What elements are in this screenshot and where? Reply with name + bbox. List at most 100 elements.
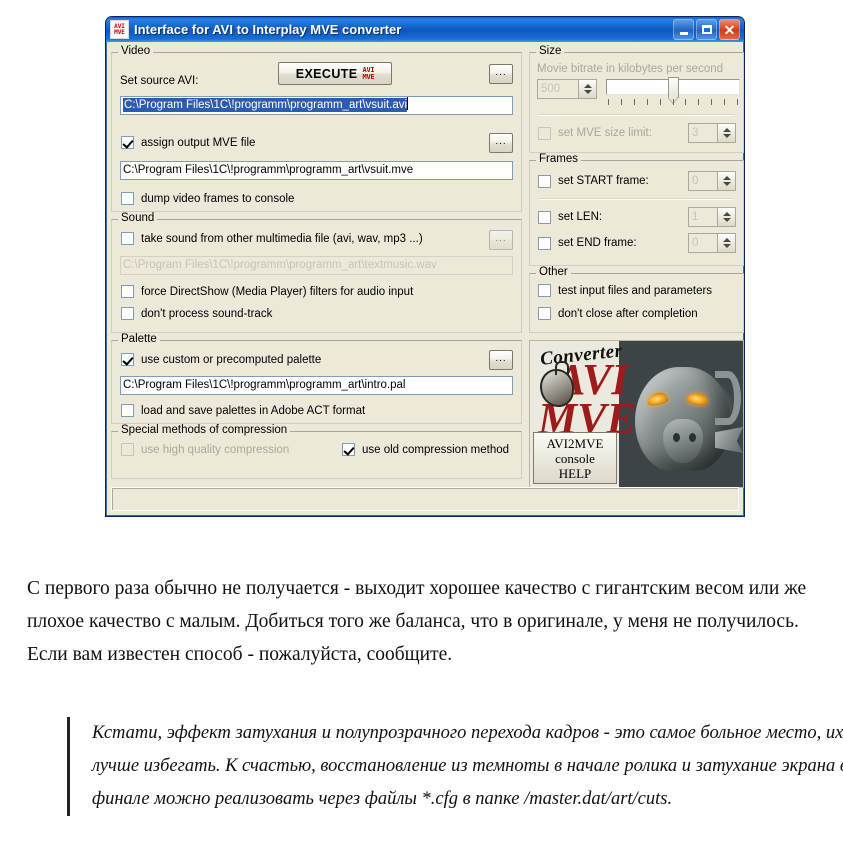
use-custom-palette-row[interactable]: use custom or precomputed palette (121, 353, 321, 366)
text-caret (407, 97, 409, 110)
bitrate-slider[interactable] (606, 77, 741, 107)
stepper-up-icon[interactable] (722, 212, 731, 216)
dump-frames-checkbox[interactable] (121, 192, 134, 205)
old-method-row[interactable]: use old compression method (342, 443, 509, 456)
stepper-down-icon[interactable] (583, 90, 592, 94)
window-controls: ✕ (673, 19, 740, 40)
gargoyle-nostril-left (673, 433, 680, 442)
test-input-row[interactable]: test input files and parameters (538, 284, 736, 297)
take-sound-checkbox[interactable] (121, 232, 134, 245)
take-sound-row[interactable]: take sound from other multimedia file (a… (121, 232, 423, 245)
bitrate-value: 500 (538, 80, 579, 98)
execute-button[interactable]: EXECUTE AVI MVE (278, 62, 392, 85)
act-format-checkbox[interactable] (121, 404, 134, 417)
no-soundtrack-checkbox[interactable] (121, 307, 134, 320)
act-format-label: load and save palettes in Adobe ACT form… (141, 404, 366, 417)
mve-limit-checkbox[interactable] (538, 126, 551, 140)
stepper-up-icon[interactable] (722, 128, 731, 132)
high-quality-row[interactable]: use high quality compression (121, 443, 289, 456)
dump-frames-label: dump video frames to console (141, 192, 295, 205)
group-other-title: Other (536, 266, 571, 278)
source-avi-value: C:\Program Files\1C\!programm\programm_a… (123, 98, 408, 112)
group-palette-title: Palette (118, 333, 160, 345)
mve-limit-label: set MVE size limit: (558, 127, 652, 139)
group-video: Video Set source AVI: EXECUTE AVI MVE ..… (111, 45, 522, 212)
assign-output-row[interactable]: assign output MVE file (121, 136, 255, 149)
group-sound: Sound take sound from other multimedia f… (111, 212, 522, 333)
stepper-down-icon[interactable] (722, 218, 731, 222)
len-row[interactable]: set LEN: (538, 210, 688, 224)
group-compression: Special methods of compression use high … (111, 424, 522, 479)
assign-output-checkbox[interactable] (121, 136, 134, 149)
output-mve-input[interactable]: C:\Program Files\1C\!programm\programm_a… (120, 161, 513, 180)
left-pane: Video Set source AVI: EXECUTE AVI MVE ..… (111, 45, 522, 479)
len-label: set LEN: (558, 211, 603, 223)
test-input-label: test input files and parameters (558, 284, 713, 297)
source-avi-input[interactable]: C:\Program Files\1C\!programm\programm_a… (120, 96, 513, 115)
mve-limit-stepper[interactable]: 3 (688, 123, 736, 143)
help-line-1: AVI2MVE (546, 435, 604, 451)
title-bar[interactable]: AVI MVE Interface for AVI to Interplay M… (106, 17, 744, 42)
end-frame-checkbox[interactable] (538, 236, 551, 250)
browse-sound-file-label: ... (495, 232, 507, 244)
browse-source-avi-button[interactable]: ... (489, 64, 513, 84)
mve-limit-stepper-arrows[interactable] (717, 124, 735, 142)
len-stepper-arrows[interactable] (717, 208, 735, 226)
test-input-checkbox[interactable] (538, 284, 551, 297)
directshow-checkbox[interactable] (121, 285, 134, 298)
no-soundtrack-row[interactable]: don't process sound-track (121, 307, 513, 320)
start-frame-checkbox[interactable] (538, 174, 551, 188)
browse-palette-button[interactable]: ... (489, 350, 513, 370)
end-frame-stepper[interactable]: 0 (688, 233, 736, 253)
palette-input[interactable]: C:\Program Files\1C\!programm\programm_a… (120, 376, 513, 395)
no-soundtrack-label: don't process sound-track (141, 307, 273, 320)
slider-thumb[interactable] (668, 77, 680, 98)
group-frames: Frames set START frame: 0 set LEN: 1 set… (529, 153, 744, 266)
start-frame-stepper-arrows[interactable] (717, 172, 735, 190)
gargoyle-nostril-right (689, 433, 696, 442)
high-quality-checkbox[interactable] (121, 443, 134, 456)
browse-output-mve-button[interactable]: ... (489, 133, 513, 153)
logo-bomb-icon (540, 361, 574, 407)
use-custom-palette-checkbox[interactable] (121, 353, 134, 366)
end-frame-value: 0 (689, 234, 717, 252)
browse-output-mve-label: ... (495, 135, 507, 147)
stepper-down-icon[interactable] (722, 244, 731, 248)
start-frame-row[interactable]: set START frame: (538, 174, 688, 188)
mve-limit-value: 3 (689, 124, 717, 142)
len-checkbox[interactable] (538, 210, 551, 224)
dump-frames-row[interactable]: dump video frames to console (121, 192, 513, 205)
close-icon[interactable]: ✕ (719, 19, 740, 40)
group-size-title: Size (536, 45, 565, 57)
stepper-down-icon[interactable] (722, 134, 731, 138)
sound-file-input[interactable]: C:\Program Files\1C\!programm\programm_a… (120, 256, 513, 275)
article-paragraph: С первого раза обычно не получается - вы… (27, 577, 807, 665)
act-format-row[interactable]: load and save palettes in Adobe ACT form… (121, 404, 513, 417)
browse-sound-file-button[interactable]: ... (489, 230, 513, 250)
dont-close-label: don't close after completion (558, 307, 698, 320)
minimize-icon[interactable] (673, 19, 694, 40)
dont-close-row[interactable]: don't close after completion (538, 307, 736, 320)
end-frame-row[interactable]: set END frame: (538, 236, 688, 250)
mve-limit-row[interactable]: set MVE size limit: (538, 126, 688, 140)
stepper-up-icon[interactable] (583, 84, 592, 88)
maximize-icon[interactable] (696, 19, 717, 40)
browse-palette-label: ... (495, 352, 507, 364)
stepper-down-icon[interactable] (722, 182, 731, 186)
dont-close-checkbox[interactable] (538, 307, 551, 320)
directshow-label: force DirectShow (Media Player) filters … (141, 285, 414, 298)
bitrate-stepper[interactable]: 500 (537, 79, 598, 99)
old-method-checkbox[interactable] (342, 443, 355, 456)
len-stepper[interactable]: 1 (688, 207, 736, 227)
start-frame-stepper[interactable]: 0 (688, 171, 736, 191)
console-help-button[interactable]: AVI2MVE console HELP (533, 432, 617, 484)
end-frame-stepper-arrows[interactable] (717, 234, 735, 252)
directshow-row[interactable]: force DirectShow (Media Player) filters … (121, 285, 513, 298)
window-client-area: Video Set source AVI: EXECUTE AVI MVE ..… (108, 42, 744, 514)
stepper-up-icon[interactable] (722, 238, 731, 242)
stepper-up-icon[interactable] (722, 176, 731, 180)
bitrate-stepper-arrows[interactable] (578, 80, 597, 98)
assign-output-label: assign output MVE file (141, 136, 256, 149)
group-frames-title: Frames (536, 153, 581, 165)
panes: Video Set source AVI: EXECUTE AVI MVE ..… (111, 45, 744, 490)
